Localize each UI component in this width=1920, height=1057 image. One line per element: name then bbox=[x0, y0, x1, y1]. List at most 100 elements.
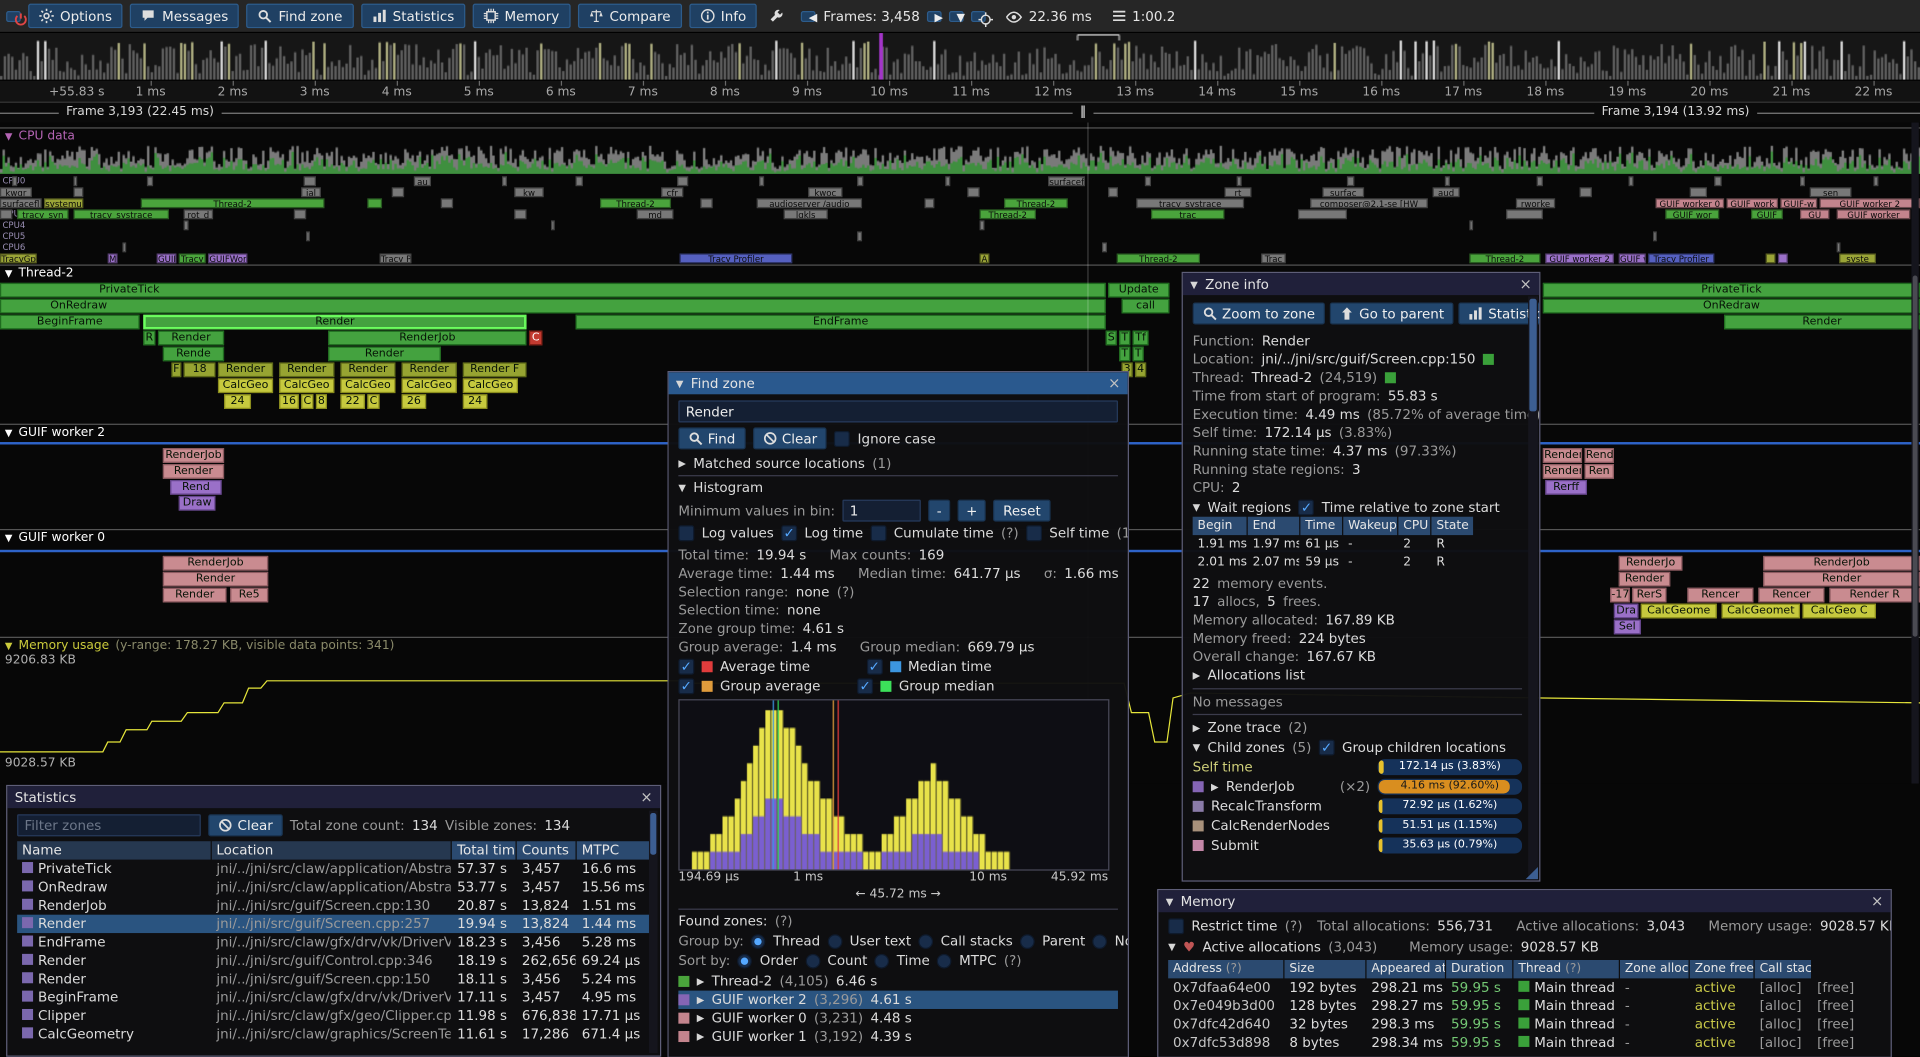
column-header[interactable]: Wakeup bbox=[1343, 517, 1397, 535]
statistics-button[interactable]: Statistics bbox=[361, 4, 465, 28]
expand-icon[interactable]: ▶ bbox=[697, 1013, 705, 1024]
cpu-segment[interactable] bbox=[441, 198, 453, 208]
timeline-zone[interactable]: Tf bbox=[1133, 331, 1149, 346]
cpu-segment[interactable]: GUIF w bbox=[1619, 253, 1646, 263]
group-children-checkbox[interactable]: ✓ bbox=[1319, 739, 1335, 755]
column-header[interactable]: Time bbox=[1300, 517, 1342, 535]
collapse-icon[interactable]: ▼ bbox=[676, 378, 684, 389]
section-header-cpu-data[interactable]: ▼CPU data bbox=[0, 127, 1920, 144]
cpu-segment[interactable] bbox=[1653, 231, 1657, 241]
timeline-zone[interactable]: T bbox=[1133, 347, 1144, 362]
timeline-zone[interactable]: Render bbox=[328, 347, 441, 362]
column-header[interactable]: Size bbox=[1284, 960, 1365, 978]
next-frame-button[interactable]: ▶ bbox=[927, 10, 942, 21]
expand-icon[interactable]: ▶ bbox=[697, 976, 705, 987]
cpu-segment[interactable]: GUIF worker bbox=[1837, 209, 1910, 219]
findzone-histogram[interactable] bbox=[678, 699, 1109, 870]
memory-button[interactable]: Memory bbox=[473, 4, 571, 28]
power-button[interactable] bbox=[6, 10, 21, 21]
alloc-callstack-link[interactable]: [alloc] bbox=[1755, 1015, 1811, 1033]
timeline-scrollbar-thumb[interactable] bbox=[1913, 276, 1918, 637]
group-median-checkbox[interactable]: ✓ bbox=[857, 678, 873, 694]
cpu-segment[interactable] bbox=[73, 176, 77, 186]
cpu-segment[interactable] bbox=[1237, 176, 1242, 186]
timeline-zone[interactable]: RenderJo bbox=[1619, 556, 1683, 571]
found-zone-group[interactable]: ▶ GUIF worker 1 (3,192) 4.39 s bbox=[678, 1027, 1118, 1045]
expand-icon[interactable]: ▶ bbox=[1211, 781, 1219, 792]
timeline-scrollbar[interactable] bbox=[1911, 122, 1918, 783]
cpu-segment[interactable]: trac bbox=[1151, 209, 1224, 219]
cpu-segment[interactable]: tracy_systrace bbox=[1136, 198, 1244, 208]
cpu-segment[interactable]: sen bbox=[1810, 187, 1852, 197]
close-icon[interactable]: × bbox=[1520, 277, 1532, 292]
restrict-time-checkbox[interactable] bbox=[1168, 918, 1184, 934]
sortby-radio[interactable] bbox=[875, 953, 890, 968]
cpu-segment[interactable] bbox=[122, 242, 126, 252]
cpu-segment[interactable]: Thread-2 bbox=[980, 209, 1036, 219]
cpu-segment[interactable] bbox=[304, 176, 316, 186]
cpu-segment[interactable]: GUIF worker 2 bbox=[1820, 198, 1920, 208]
close-icon[interactable]: × bbox=[1108, 376, 1120, 391]
cpu-segment[interactable] bbox=[1537, 176, 1543, 186]
zoneinfo-scrollbar[interactable] bbox=[1528, 296, 1538, 880]
cpu-segment[interactable]: GUIF-w bbox=[1780, 198, 1817, 208]
cpu-segment[interactable] bbox=[73, 187, 83, 197]
cpu-segment[interactable]: rot_d bbox=[184, 209, 213, 219]
self-time-checkbox[interactable] bbox=[1026, 525, 1042, 541]
sortby-radio[interactable] bbox=[937, 953, 952, 968]
timeline-zone[interactable]: CalcGeomet bbox=[1722, 604, 1800, 619]
timeline-zone[interactable]: Update bbox=[1108, 283, 1169, 298]
findzone-titlebar[interactable]: ▼Find zone× bbox=[669, 372, 1128, 394]
cpu-segment[interactable] bbox=[945, 176, 950, 186]
column-header[interactable]: Total tim bbox=[452, 841, 516, 859]
filter-zones-input[interactable] bbox=[17, 814, 201, 836]
collapse-icon[interactable]: ▼ bbox=[1193, 741, 1201, 752]
cpu-segment[interactable]: Thread-2 bbox=[1469, 253, 1540, 263]
column-header[interactable]: Duration bbox=[1446, 960, 1512, 978]
statistics-window[interactable]: Statistics× Clear Total zone count:134 V… bbox=[6, 785, 661, 1057]
timeline-zone[interactable]: CalcGeome bbox=[1641, 604, 1717, 619]
zoom-to-zone-button[interactable]: Zoom to zone bbox=[1193, 302, 1325, 324]
cpu-segment[interactable]: Thread-2 bbox=[1117, 253, 1200, 263]
cpu-segment[interactable] bbox=[1837, 242, 1841, 252]
group-average-checkbox[interactable]: ✓ bbox=[678, 678, 694, 694]
timeline-zone[interactable]: T bbox=[1119, 331, 1130, 346]
column-header[interactable]: Appeared at bbox=[1367, 960, 1445, 978]
timeline-zone[interactable]: RenderJob bbox=[1763, 556, 1920, 571]
timeline-zone[interactable]: C bbox=[529, 331, 542, 346]
cpu-segment[interactable]: GUIF bbox=[157, 253, 177, 263]
cpu-segment[interactable] bbox=[12, 176, 17, 186]
allocation-row[interactable]: 0x7dfaa64e00 192 bytes 298.21 ms 59.95 s… bbox=[1168, 978, 1881, 996]
timeline-zone[interactable]: Draw bbox=[179, 496, 216, 511]
cpu-segment[interactable] bbox=[1580, 187, 1592, 197]
collapse-icon[interactable]: ▼ bbox=[5, 533, 13, 544]
free-callstack-link[interactable]: [free] bbox=[1812, 1015, 1866, 1033]
time-ruler[interactable]: +55.83 s1 ms2 ms3 ms4 ms5 ms6 ms7 ms8 ms… bbox=[0, 81, 1920, 103]
log-time-checkbox[interactable]: ✓ bbox=[781, 525, 797, 541]
timeline-zone[interactable]: EndFrame bbox=[576, 315, 1106, 330]
timeline-zone[interactable]: Render bbox=[163, 464, 224, 479]
timeline-zone[interactable]: 26 bbox=[402, 394, 426, 409]
timeline-zone[interactable]: CalcGeo bbox=[218, 378, 273, 393]
bin-plus-button[interactable]: + bbox=[958, 500, 986, 522]
collapse-icon[interactable]: ▼ bbox=[5, 131, 13, 142]
timeline-zone[interactable]: 24 bbox=[463, 394, 487, 409]
timeline-zone[interactable]: 16 bbox=[279, 394, 299, 409]
cpu-segment[interactable]: syste bbox=[1839, 253, 1876, 263]
timeline-zone[interactable]: F bbox=[171, 362, 181, 377]
table-row[interactable]: RenderJob jni/../jni/src/guif/Screen.cpp… bbox=[17, 896, 650, 914]
table-row[interactable]: Render jni/../jni/src/guif/Control.cpp:3… bbox=[17, 951, 650, 969]
reset-button[interactable]: Reset bbox=[993, 500, 1050, 522]
cpu-segment[interactable]: systemui bbox=[44, 198, 83, 208]
column-header[interactable]: Zone alloc bbox=[1620, 960, 1689, 978]
timeline-zone[interactable]: RenderJob bbox=[163, 448, 224, 463]
timeline-zone[interactable]: CalcGeo C bbox=[1802, 604, 1875, 619]
frame-bar[interactable]: Frame 3,193 (22.45 ms) ‖ Frame 3,194 (13… bbox=[0, 103, 1920, 123]
column-header[interactable]: Name bbox=[17, 841, 210, 859]
cpu-segment[interactable]: rt bbox=[1224, 187, 1251, 197]
timeline-zone[interactable]: PrivateTick bbox=[0, 283, 1106, 298]
cpu-segment[interactable] bbox=[1629, 176, 1634, 186]
cpu-segment[interactable] bbox=[306, 231, 310, 241]
cpu-segment[interactable] bbox=[1469, 220, 1473, 230]
timeline-zone[interactable]: 22 bbox=[340, 394, 364, 409]
